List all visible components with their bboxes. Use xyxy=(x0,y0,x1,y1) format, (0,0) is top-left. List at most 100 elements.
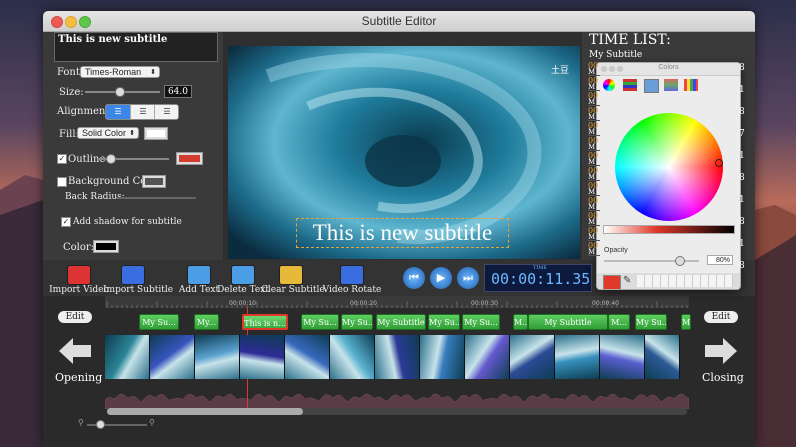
time-list-row[interactable]: 00 M xyxy=(588,62,600,76)
subtitle-clip[interactable]: My Subtitle xyxy=(528,314,608,330)
subtitle-clip[interactable]: My Su... xyxy=(635,314,667,330)
rewind-button[interactable]: ⏮ xyxy=(403,267,425,289)
outline-color-well[interactable] xyxy=(176,152,203,165)
time-list-first-row[interactable]: My Subtitle xyxy=(589,50,642,60)
time-list-row[interactable]: 00 M xyxy=(588,152,600,166)
current-color-swatch[interactable] xyxy=(603,275,621,289)
ruler-label: 00:00:10 xyxy=(229,300,256,307)
time-list-row[interactable]: 00 M xyxy=(588,197,600,211)
opacity-value[interactable]: 80% xyxy=(707,255,733,265)
import-subtitle-button[interactable]: Import Subtitle xyxy=(103,265,173,295)
opening-label: Opening xyxy=(55,371,103,384)
closing-transition-icon[interactable] xyxy=(701,334,741,368)
subtitle-overlay-box[interactable]: This is new subtitle xyxy=(296,218,509,248)
brightness-slider[interactable] xyxy=(603,225,735,234)
timeline-scrollbar-track[interactable] xyxy=(107,408,687,415)
subtitle-clip[interactable]: This is n... xyxy=(242,314,288,330)
outline-checkbox[interactable]: ✓ xyxy=(57,154,67,164)
time-list-right-digit: 8 xyxy=(739,107,745,117)
subtitle-clip[interactable]: My... xyxy=(194,314,219,330)
zoom-out-icon[interactable]: ⚲ xyxy=(78,418,84,427)
alignment-segmented-control[interactable]: ☰ ☰ ☰ xyxy=(105,104,179,120)
edit-closing-button[interactable]: Edit xyxy=(704,311,738,323)
subtitle-clip[interactable]: My Su... xyxy=(428,314,460,330)
video-thumbnail xyxy=(285,335,330,379)
time-list-row[interactable]: 00 M xyxy=(588,92,600,106)
crayons-mode-icon[interactable] xyxy=(684,79,698,91)
color-wheel[interactable] xyxy=(615,113,723,221)
opacity-slider-knob[interactable] xyxy=(675,256,685,266)
video-preview-frame: 土豆 This is new subtitle xyxy=(223,32,582,260)
play-button[interactable]: ▶ xyxy=(430,267,452,289)
ruler-label: 00:00:30 xyxy=(471,300,498,307)
time-list-row-text: M xyxy=(588,248,596,256)
time-list-row[interactable]: 00 M xyxy=(588,242,600,256)
subtitle-clip[interactable]: My Su... xyxy=(301,314,339,330)
video-thumbnail xyxy=(240,335,285,379)
zoom-in-icon[interactable]: ⚲ xyxy=(149,418,155,427)
colors-panel-titlebar: Colors xyxy=(597,63,740,76)
time-list-row[interactable]: 00 M xyxy=(588,212,600,226)
subtitle-clip[interactable]: My Su... xyxy=(341,314,373,330)
video-thumbnail xyxy=(600,335,645,379)
time-list-row[interactable]: 00 M xyxy=(588,77,600,91)
fast-forward-button[interactable]: ⏭ xyxy=(457,267,479,289)
subtitle-clip[interactable]: M xyxy=(681,314,691,330)
color-palettes-mode-icon[interactable] xyxy=(644,79,659,93)
subtitle-text-area[interactable]: This is new subtitle xyxy=(54,32,218,62)
time-list-row[interactable]: 00 M xyxy=(588,122,600,136)
time-list-title: TIME LIST: xyxy=(589,32,671,48)
subtitle-clip[interactable]: My Su... xyxy=(139,314,179,330)
time-list-row[interactable]: 00 M xyxy=(588,107,600,121)
timeline-zoom-knob[interactable] xyxy=(96,420,105,429)
add-text-icon xyxy=(187,265,211,285)
chevron-updown-icon: ⬍ xyxy=(150,69,156,76)
align-center-button[interactable]: ☰ xyxy=(130,105,155,119)
shadow-color-well[interactable] xyxy=(93,240,119,253)
time-list-row[interactable]: 00 M xyxy=(588,137,600,151)
fill-color-well[interactable] xyxy=(144,127,168,140)
import-video-button[interactable]: Import Video xyxy=(49,265,109,295)
time-list-row[interactable]: 00 M xyxy=(588,167,600,181)
opacity-label: Opacity xyxy=(604,247,628,254)
clear-subtitle-button[interactable]: Clear Subtitle xyxy=(261,265,325,295)
film-icon xyxy=(67,265,91,285)
fill-select[interactable]: Solid Color ⬍ xyxy=(77,127,139,139)
size-slider-knob[interactable] xyxy=(114,87,125,97)
video-thumbnail xyxy=(420,335,465,379)
image-palettes-mode-icon[interactable] xyxy=(664,79,678,91)
timeline-ruler[interactable]: 00:00:1000:00:2000:00:3000:00:4000:00:50 xyxy=(105,296,689,308)
toolbar-item-label: Clear Subtitle xyxy=(261,285,325,295)
align-left-button[interactable]: ☰ xyxy=(106,105,130,119)
video-thumbnail xyxy=(105,335,150,379)
back-radius-slider[interactable] xyxy=(116,197,196,199)
shadow-checkbox[interactable]: ✓ xyxy=(61,217,71,227)
saved-colors-grid[interactable] xyxy=(637,275,733,287)
background-color-well[interactable] xyxy=(142,175,166,188)
background-color-checkbox[interactable] xyxy=(57,177,67,187)
subtitle-clip[interactable]: My Subtitle xyxy=(376,314,426,330)
color-sliders-mode-icon[interactable] xyxy=(623,79,637,91)
align-right-button[interactable]: ☰ xyxy=(154,105,178,119)
time-list-row[interactable]: 00 M xyxy=(588,182,600,196)
timecode-display: TIME 00:00:11.35 xyxy=(484,264,592,292)
video-rotate-button[interactable]: Video Rotate xyxy=(322,265,382,295)
color-wheel-selector[interactable] xyxy=(715,159,723,167)
shadow-label: Add shadow for subtitle xyxy=(73,217,182,227)
color-wheel-mode-icon[interactable] xyxy=(603,79,615,91)
subtitle-clip[interactable]: M... xyxy=(608,314,630,330)
timeline-scrollbar-thumb[interactable] xyxy=(107,408,303,415)
font-select[interactable]: Times-Roman ⬍ xyxy=(80,66,160,78)
eyedropper-icon[interactable]: ✎ xyxy=(623,275,631,286)
size-value-field[interactable]: 64.0 xyxy=(164,85,192,98)
subtitle-clip[interactable]: My Su... xyxy=(462,314,500,330)
delete-text-icon xyxy=(231,265,255,285)
edit-opening-button[interactable]: Edit xyxy=(58,311,92,323)
outline-slider-knob[interactable] xyxy=(105,154,116,164)
opening-transition-icon[interactable] xyxy=(55,334,95,368)
video-thumbnail xyxy=(465,335,510,379)
video-thumbnail xyxy=(375,335,420,379)
subtitle-clip[interactable]: M... xyxy=(513,314,528,330)
time-list-row[interactable]: 00 M xyxy=(588,227,600,241)
time-list-row-text: M xyxy=(588,113,596,121)
